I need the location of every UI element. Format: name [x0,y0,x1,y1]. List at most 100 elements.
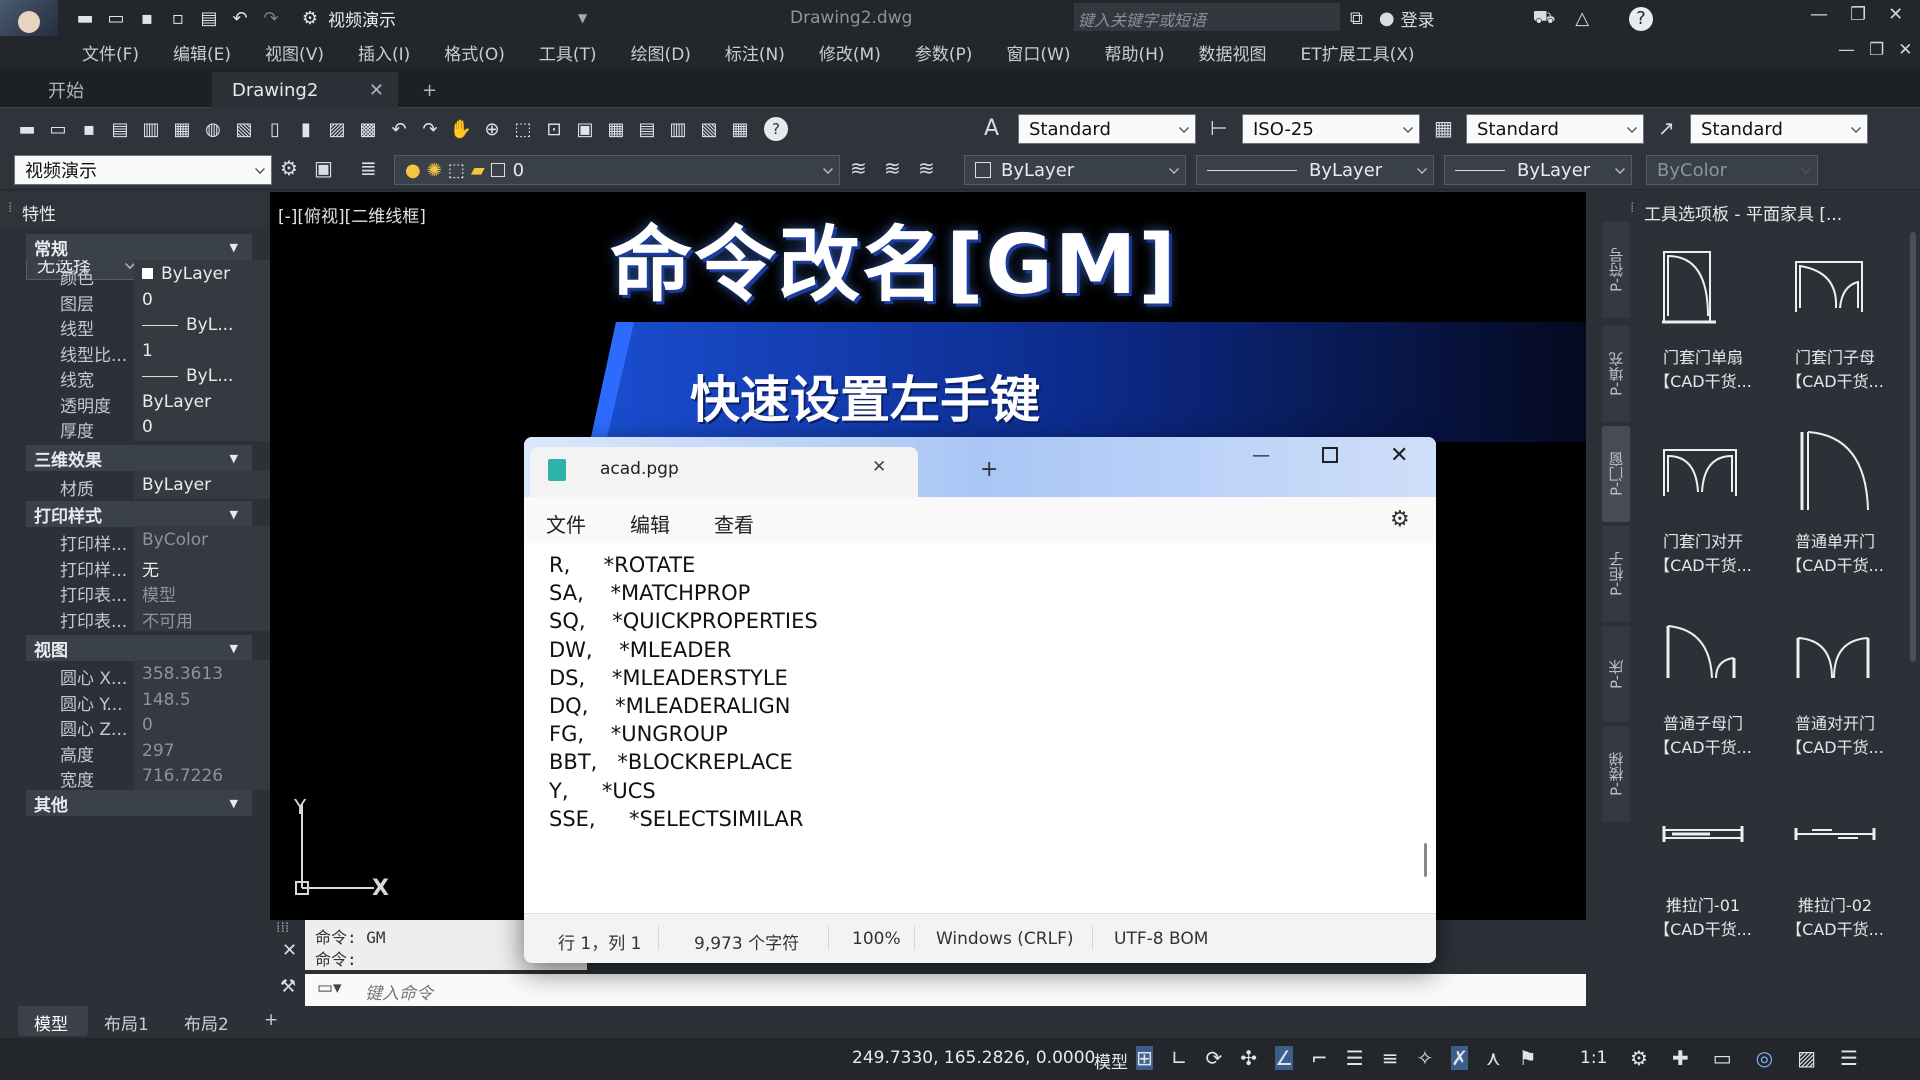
table-style-select[interactable]: Standard [1466,114,1644,144]
property-row[interactable]: 厚度 0 [26,413,278,443]
annotation-scale[interactable]: 1:1 [1580,1048,1607,1068]
property-value[interactable]: 716.7226 [134,762,278,790]
close-icon[interactable]: ✕ [1888,4,1903,25]
command-close-icon[interactable]: ✕ [282,940,297,961]
property-value[interactable]: ByLayer [134,471,278,499]
customize-wrench-icon[interactable]: ⚒ [280,976,296,997]
color-select[interactable]: ByLayer [964,155,1186,185]
mleader-style-icon[interactable]: ↗ [1658,116,1675,140]
workspace-select[interactable]: 视频演示 [14,155,272,185]
text-style-select[interactable]: Standard [1018,114,1196,144]
chevron-down-icon[interactable]: ▼ [578,11,587,25]
layer-select[interactable]: ● ✺ ⬚ ▰ 0 [394,155,840,185]
viewport-controls[interactable]: [-][俯视][二维线框] [278,202,426,227]
palette-grip[interactable]: ⁞ [8,200,12,216]
menu-item[interactable]: 参数(P) [915,40,973,65]
zoom-window-icon[interactable]: ⬚ [510,116,536,142]
text-style-icon[interactable]: A [984,116,999,141]
line-ending[interactable]: Windows (CRLF) [936,929,1074,949]
plotstyle-select[interactable]: ByColor [1646,155,1818,185]
dim-style-icon[interactable]: ⊢ [1210,116,1227,140]
menu-item[interactable]: 帮助(H) [1104,40,1164,65]
gear-icon[interactable]: ⚙ [297,5,323,31]
grid-icon[interactable]: ⊞ [1136,1046,1153,1070]
monitor-icon[interactable]: ▭ [1713,1046,1732,1070]
sheetset-icon[interactable]: ▥ [665,116,691,142]
linetype-select[interactable]: ByLayer [1196,155,1434,185]
menu-item[interactable]: 绘图(D) [631,40,691,65]
property-row[interactable]: 打印表... 不可用 [26,603,278,633]
help-icon[interactable]: ? [1629,6,1654,31]
palette-tab[interactable]: P-门窗 [1602,426,1630,522]
palette-tab[interactable]: P-符号 [1602,222,1630,318]
collapse-icon[interactable]: ▼ [230,452,238,465]
paste-icon[interactable]: ▮ [293,116,319,142]
notepad-tab-close-icon[interactable]: ✕ [872,457,886,477]
tab-layout2[interactable]: 布局2 [184,1010,229,1035]
lineweight-icon[interactable]: ≡ [1382,1046,1399,1070]
cart-icon[interactable]: ⛟ [1533,7,1556,31]
new-layout-button[interactable]: + [264,1010,278,1030]
mleader-style-select[interactable]: Standard [1690,114,1868,144]
binoculars-icon[interactable]: ⧉ [1350,8,1363,29]
search-input[interactable]: 键入关键字或短语 [1074,3,1340,31]
annotation-monitor-icon[interactable]: ⚑ [1519,1046,1537,1070]
tab-drawing2[interactable]: Drawing2 ✕ [212,72,398,108]
table-style-icon[interactable]: ▦ [1434,116,1453,140]
property-value[interactable]: 模型 [134,577,278,606]
menu-item[interactable]: 视图(V) [265,40,324,65]
user-icon[interactable]: ● [1379,8,1395,29]
menu-item[interactable]: 修改(M) [819,40,881,65]
menu-item[interactable]: 文件(F) [82,40,139,65]
property-value[interactable]: 297 [134,736,278,765]
property-value[interactable]: ByLayer [134,260,278,288]
osnap-track-icon[interactable]: ✣ [1240,1046,1257,1070]
collapse-icon[interactable]: ▼ [230,241,238,254]
undo-icon[interactable]: ↶ [386,116,412,142]
toolpalette-icon[interactable]: ▤ [634,116,660,142]
tab-start[interactable]: 开始 [28,72,208,108]
open-icon[interactable]: ▭ [45,116,71,142]
tool-item[interactable]: 推拉门-01 【CAD干货... [1640,782,1766,958]
layer-state-icon[interactable]: ▣ [314,156,333,180]
property-value[interactable]: ByL... [134,311,278,339]
lineweight-select[interactable]: ByLayer [1444,155,1632,185]
collapse-icon[interactable]: ▼ [230,642,238,655]
ortho-icon[interactable]: ∠ [1275,1046,1293,1070]
property-row[interactable]: 材质 ByLayer [26,471,278,501]
auto-scale-icon[interactable]: ⋏ [1486,1046,1501,1070]
zoom-level[interactable]: 100% [852,929,901,949]
plus-icon[interactable]: ✚ [1672,1046,1689,1070]
notepad-maximize-icon[interactable] [1322,447,1338,463]
annotation-visibility-icon[interactable]: ✗ [1451,1046,1468,1070]
property-row[interactable]: 宽度 716.7226 [26,762,278,792]
restore-icon[interactable]: ❐ [1850,4,1866,25]
new-file-icon[interactable]: ▬ [72,5,98,31]
property-value[interactable]: ByLayer [134,387,278,416]
preview-icon[interactable]: ▥ [138,116,164,142]
tool-item[interactable]: 普通单开门 【CAD干货... [1772,418,1898,594]
notepad-new-tab-icon[interactable]: + [980,457,998,482]
print-icon[interactable]: ▤ [196,5,222,31]
doc-restore-icon[interactable]: ❐ [1869,40,1884,60]
tool-item[interactable]: 门套门对开 【CAD干货... [1640,418,1766,594]
previous-layer-icon[interactable]: ≋ [918,156,935,180]
redo-icon[interactable]: ↷ [258,5,284,31]
property-value[interactable]: 148.5 [134,685,278,714]
notepad-editor[interactable]: R, *ROTATE SA, *MATCHPROP SQ, *QUICKPROPER… [524,543,1436,913]
section-plot[interactable]: 打印样式 ▼ [26,501,252,527]
coordinates-readout[interactable]: 249.7330, 165.2826, 0.0000 [852,1048,1095,1068]
properties-icon[interactable]: ▣ [572,116,598,142]
tool-item[interactable]: 推拉门-02 【CAD干货... [1772,782,1898,958]
calculator-icon[interactable]: ▦ [727,116,753,142]
encoding[interactable]: UTF-8 BOM [1114,929,1208,949]
doc-minimize-icon[interactable]: — [1838,40,1855,60]
save-as-icon[interactable]: ▫ [165,5,191,31]
tab-layout1[interactable]: 布局1 [104,1010,149,1035]
open-folder-icon[interactable]: ▭ [103,5,129,31]
notepad-menu-file[interactable]: 文件 [546,509,586,538]
zoom-previous-icon[interactable]: ⊡ [541,116,567,142]
cloud-icon[interactable]: ◍ [200,116,226,142]
menu-item[interactable]: 格式(O) [444,40,505,65]
transparency-icon[interactable]: ✧ [1416,1046,1433,1070]
